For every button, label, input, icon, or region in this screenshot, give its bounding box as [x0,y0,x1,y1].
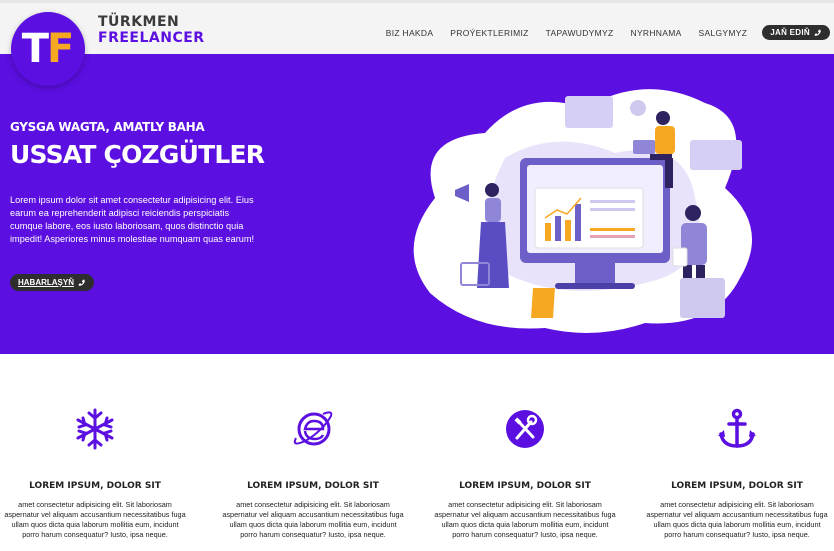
hero-section: GYSGA WAGTA, AMATLY BAHA USSAT ÇOZGÜTLER… [0,54,834,354]
nav-item-projects[interactable]: PROÝEKTLERIMIZ [450,28,528,38]
internet-explorer-icon [293,411,333,446]
feature-title: LOREM IPSUM, DOLOR SIT [459,481,591,491]
feature-title: LOREM IPSUM, DOLOR SIT [247,481,379,491]
contact-button[interactable]: HABARLAŞYŇ [10,274,94,291]
call-button[interactable]: JAŇ EDIŇ [762,25,830,40]
tools-icon [506,410,544,448]
snowflake-icon [76,408,114,450]
brand-name[interactable]: TÜRKMEN FREELANCER [98,14,205,46]
feature-text: amet consectetur adipisicing elit. Sit l… [222,500,404,539]
nav-item-advantages[interactable]: TAPAWUDYMYZ [546,28,614,38]
hero-text: Lorem ipsum dolor sit amet consectetur a… [10,195,255,244]
team-illustration [413,89,752,333]
contact-button-label: HABARLAŞYŇ [18,278,74,287]
nav-item-about[interactable]: BIZ HAKDA [386,28,434,38]
hero-title: USSAT ÇOZGÜTLER [10,140,265,169]
feature-text: amet consectetur adipisicing elit. Sit l… [646,500,828,539]
main-nav: BIZ HAKDA PROÝEKTLERIMIZ TAPAWUDYMYZ NYR… [369,25,830,40]
logo-letter-f: F [46,26,75,72]
anchor-icon [718,408,756,448]
features-section: LOREM IPSUM, DOLOR SIT amet consectetur … [0,354,834,551]
nav-item-pricing[interactable]: NYRHNAMA [631,28,682,38]
feature-title: LOREM IPSUM, DOLOR SIT [671,481,803,491]
brand-line2: FREELANCER [98,30,205,46]
brand-line1: TÜRKMEN [98,14,180,30]
feature-title: LOREM IPSUM, DOLOR SIT [29,481,161,491]
feature-text: amet consectetur adipisicing elit. Sit l… [434,500,616,539]
nav-item-contacts[interactable]: SALGYMYZ [699,28,748,38]
logo[interactable]: TF [11,12,85,86]
site-header: TÜRKMEN FREELANCER BIZ HAKDA PROÝEKTLERI… [0,0,834,54]
feature-text: amet consectetur adipisicing elit. Sit l… [4,500,186,539]
call-button-label: JAŇ EDIŇ [770,28,810,37]
hero-subtitle: GYSGA WAGTA, AMATLY BAHA [10,120,205,134]
phone-icon [78,279,85,286]
phone-icon [814,29,821,36]
logo-letter-t: T [21,26,49,72]
